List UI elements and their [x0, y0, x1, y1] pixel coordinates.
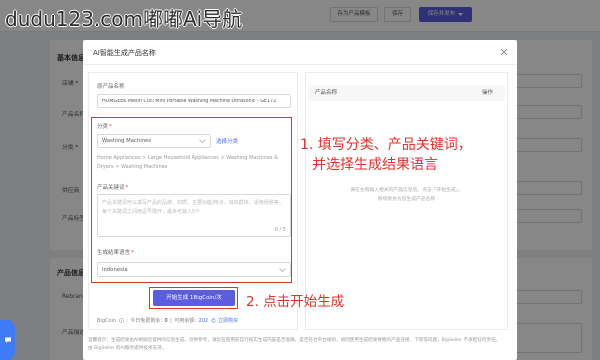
category-select-value: Washing Machines	[102, 138, 152, 144]
language-select[interactable]: Indonesia	[97, 262, 291, 277]
keywords-field: 0 / 5	[97, 194, 291, 237]
footer-note-line: 温馨提示：生成结果由AI根据您提供的信息生成，仅供参考，请您在使用前自行核实生成…	[88, 338, 501, 343]
bigcoin-divider: |	[170, 317, 172, 324]
chevron-down-icon	[279, 267, 286, 272]
category-label-text: 分类	[97, 124, 109, 130]
category-path: Home Appliances > Large Household Applia…	[97, 155, 279, 170]
language-label-text: 生成结果语言	[97, 250, 131, 256]
site-watermark: dudu123.com嘟嘟Ai导航	[5, 7, 243, 31]
language-select-value: Indonesia	[102, 266, 128, 273]
language-label: 生成结果语言*	[97, 248, 134, 256]
ai-generate-name-dialog: AI智能生成产品名称 原产品名称 分类* Washing Machines 选择…	[83, 40, 517, 360]
dialog-divider	[83, 64, 517, 65]
dialog-footer-note: 温馨提示：生成结果由AI根据您提供的信息生成，仅供参考，请您在使用前自行核实生成…	[88, 337, 512, 353]
keywords-textarea[interactable]	[98, 195, 290, 236]
keywords-label: 产品关键词*	[97, 183, 128, 191]
chat-widget-button[interactable]	[0, 320, 15, 360]
required-mark: *	[109, 124, 112, 130]
required-mark: *	[125, 185, 129, 191]
empty-state-line: 请在左侧输入相关的产品信息后，点击「开始生成」，	[350, 188, 463, 193]
results-table-header: 产品名称 操作	[308, 85, 505, 101]
column-header-product-name: 产品名称	[315, 90, 338, 96]
category-label: 分类*	[97, 122, 112, 130]
keywords-counter: 0 / 5	[274, 227, 286, 233]
dialog-title: AI智能生成产品名称	[93, 49, 156, 57]
refresh-icon[interactable]	[211, 318, 216, 323]
column-header-actions: 操作	[481, 90, 493, 96]
free-remaining-value: 0	[164, 317, 168, 324]
buy-now-link[interactable]: 立即购买	[218, 317, 238, 324]
chevron-down-icon	[199, 139, 206, 143]
footer-note-line: 由 BigSeller 的AI服务提供技术支持。	[88, 346, 167, 351]
bigcoin-separator: :	[126, 317, 128, 324]
bigcoin-label: BigCoin	[97, 317, 117, 324]
bigcoin-balance-row: BigCoin : 今日免费剩余: 0 | 可用余额: 202 立即购买	[97, 317, 238, 325]
chat-icon	[4, 337, 11, 343]
annotation-step1-line2: 并选择生成结果语言	[312, 157, 438, 173]
empty-state-line: 系统将会为您生成产品名称	[377, 197, 436, 202]
info-icon[interactable]	[118, 318, 124, 323]
category-select[interactable]: Washing Machines	[97, 134, 211, 148]
annotation-step1-line1: 1. 填写分类、产品关键词，	[300, 137, 472, 153]
close-icon[interactable]	[500, 48, 508, 56]
original-name-label: 原产品名称	[97, 84, 125, 90]
start-generate-button[interactable]: 开始生成 1BigCoin/次	[153, 290, 235, 306]
balance-label: 可用余额:	[174, 318, 197, 324]
balance-value: 202	[198, 317, 209, 324]
annotation-step2: 2. 点击开始生成	[246, 294, 345, 310]
free-remaining-label: 今日免费剩余:	[130, 318, 162, 324]
original-name-input[interactable]	[97, 94, 291, 108]
keywords-label-text: 产品关键词	[97, 185, 125, 191]
choose-category-link[interactable]: 选择分类	[216, 137, 238, 145]
required-mark: *	[131, 250, 134, 256]
results-empty-state: 请在左侧输入相关的产品信息后，点击「开始生成」， 系统将会为您生成产品名称	[306, 186, 507, 204]
